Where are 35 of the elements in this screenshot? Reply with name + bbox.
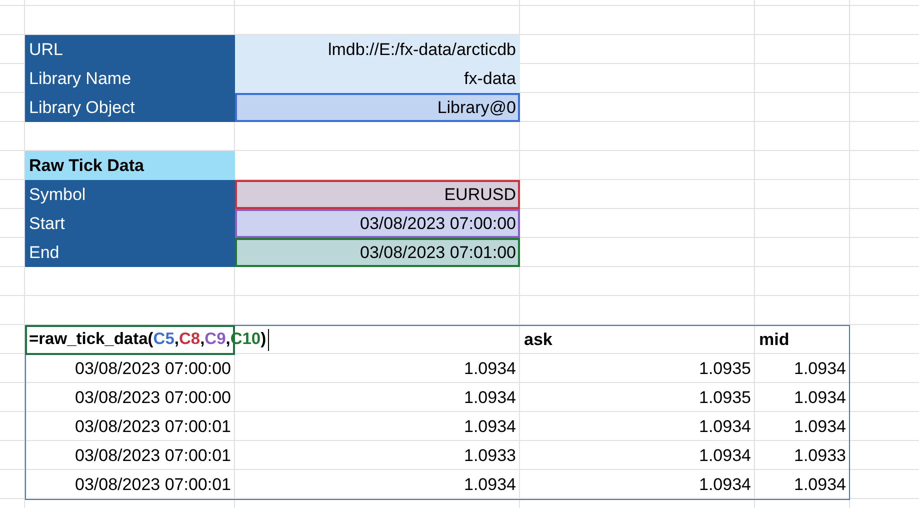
row-label: URL bbox=[25, 35, 235, 64]
table-cell-text: 1.0934 bbox=[463, 474, 517, 496]
field-value: lmdb://E:/fx-data/arcticdb bbox=[235, 35, 520, 64]
table-cell-text: 1.0933 bbox=[463, 444, 517, 466]
column-header: ask bbox=[523, 328, 554, 350]
row-label: End bbox=[25, 238, 235, 267]
table-cell-text: 03/08/2023 07:00:00 bbox=[74, 358, 232, 380]
table-cell-text: 1.0934 bbox=[793, 416, 847, 438]
row-label: Symbol bbox=[25, 180, 235, 209]
section-title: Raw Tick Data bbox=[25, 151, 235, 180]
row-label: Library Object bbox=[25, 93, 235, 122]
table-cell-text: 03/08/2023 07:00:01 bbox=[74, 416, 232, 438]
table-cell-text: 1.0934 bbox=[698, 474, 752, 496]
table-cell-text: 1.0935 bbox=[698, 358, 752, 380]
table-cell-text: 1.0934 bbox=[463, 386, 517, 408]
table-cell-text: 1.0934 bbox=[793, 358, 847, 380]
table-cell-text: 1.0935 bbox=[698, 386, 752, 408]
field-value: EURUSD bbox=[235, 180, 520, 209]
field-value: 03/08/2023 07:00:00 bbox=[235, 209, 520, 238]
column-header: mid bbox=[758, 328, 790, 350]
table-cell-text: 1.0934 bbox=[698, 444, 752, 466]
table-cell-text: 03/08/2023 07:00:00 bbox=[74, 386, 232, 408]
table-cell-text: 1.0933 bbox=[793, 444, 847, 466]
table-cell-text: 1.0934 bbox=[698, 416, 752, 438]
table-cell-text: 1.0934 bbox=[463, 416, 517, 438]
table-cell-text: 1.0934 bbox=[793, 474, 847, 496]
field-value: fx-data bbox=[235, 64, 520, 93]
table-cell-text: 1.0934 bbox=[463, 358, 517, 380]
row-label: Library Name bbox=[25, 64, 235, 93]
field-value: 03/08/2023 07:01:00 bbox=[235, 238, 520, 267]
table-cell-text: 03/08/2023 07:00:01 bbox=[74, 444, 232, 466]
field-value: Library@0 bbox=[235, 93, 520, 122]
table-cell-text: 1.0934 bbox=[793, 386, 847, 408]
table-cell-text: 03/08/2023 07:00:01 bbox=[74, 474, 232, 496]
row-label: Start bbox=[25, 209, 235, 238]
